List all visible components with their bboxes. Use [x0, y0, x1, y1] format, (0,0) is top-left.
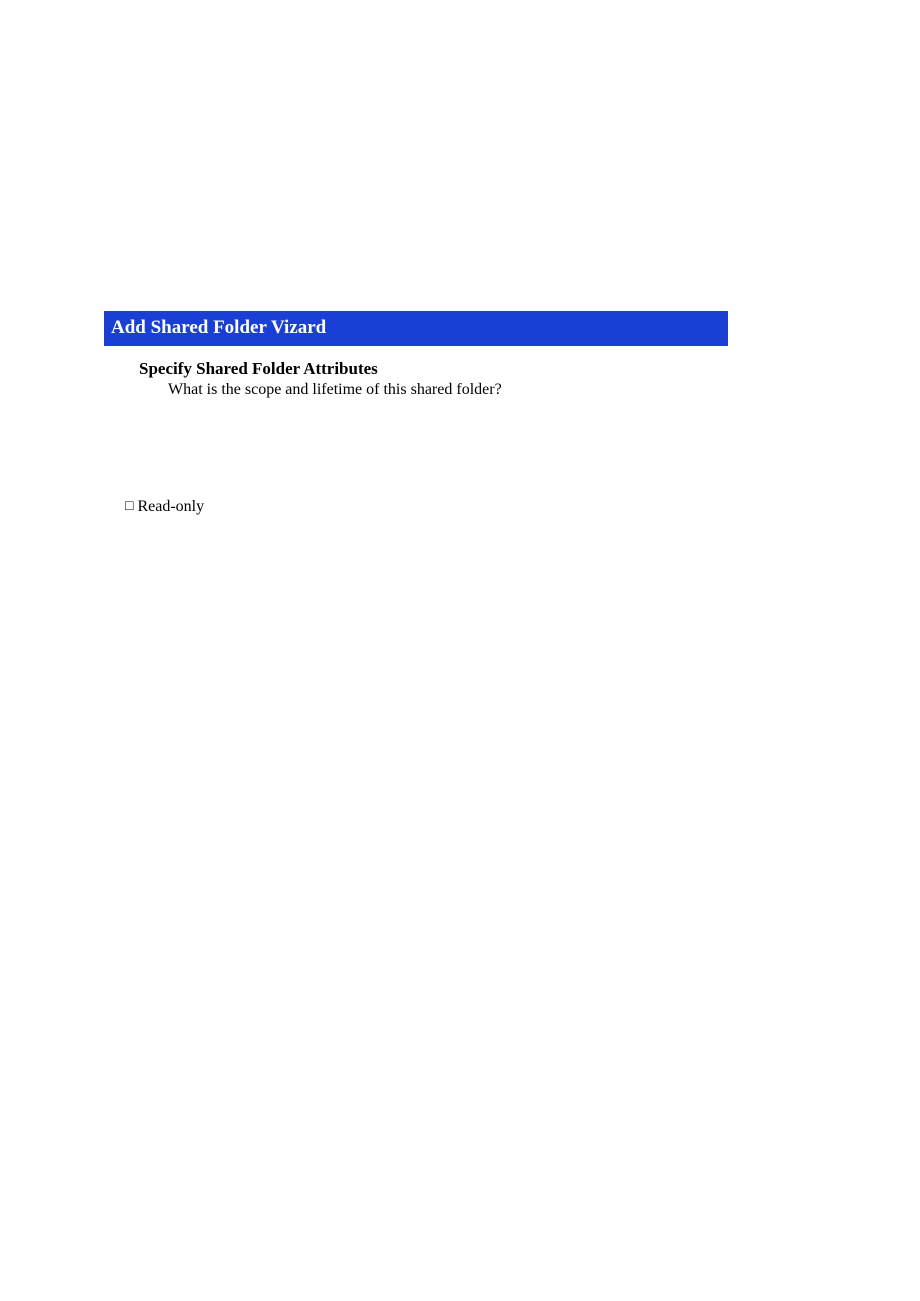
wizard-header-title: Specify Shared Folder Attributes	[139, 358, 728, 380]
wizard-header-subtitle: What is the scope and lifetime of this s…	[139, 380, 728, 401]
wizard-title-bar: Add Shared Folder Vizard	[104, 311, 728, 346]
checkbox-icon[interactable]: □	[125, 499, 133, 515]
read-only-checkbox-row[interactable]: □ Read-only	[125, 498, 204, 516]
wizard-title: Add Shared Folder Vizard	[111, 317, 326, 338]
wizard-header: Specify Shared Folder Attributes What is…	[104, 346, 728, 401]
read-only-label: Read-only	[137, 498, 204, 516]
wizard-panel: Add Shared Folder Vizard Specify Shared …	[104, 311, 728, 401]
